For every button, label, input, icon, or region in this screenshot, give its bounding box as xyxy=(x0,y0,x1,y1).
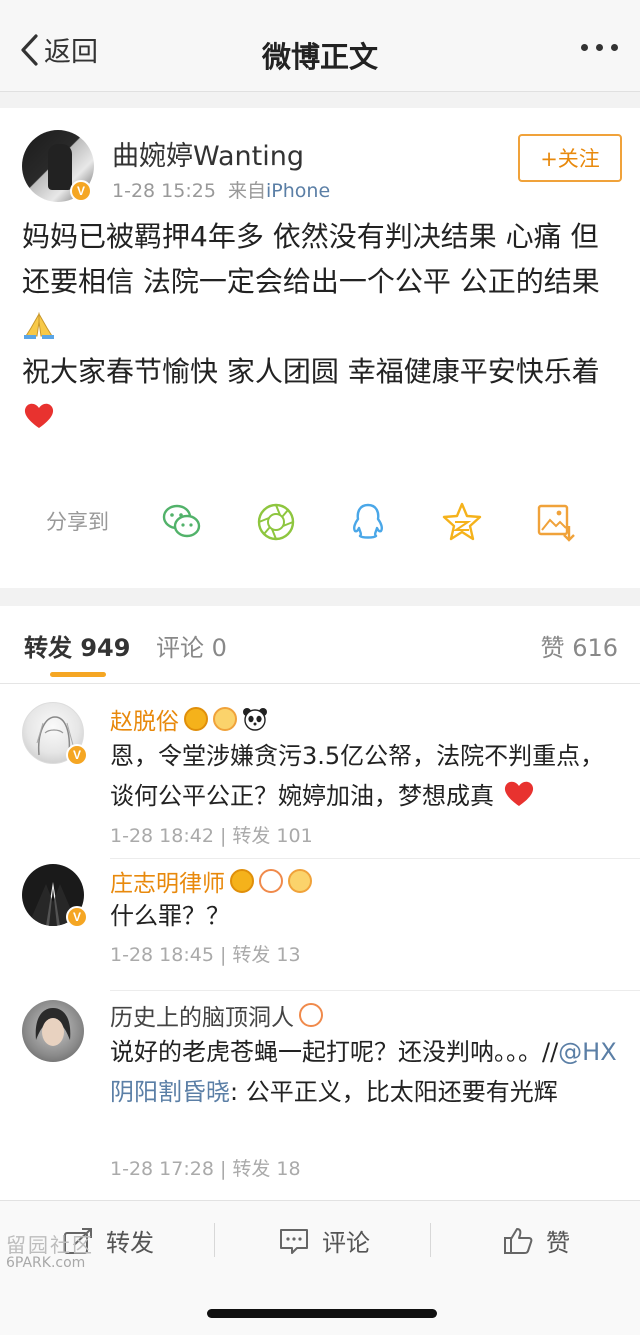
vip-medal-icon xyxy=(288,869,312,893)
post-body: 妈妈已被羁押4年多 依然没有判决结果 心痛 但还要相信 法院一定会给出一个公平 … xyxy=(22,214,622,439)
repost-text: 说好的老虎苍蝇一起打呢？还没判呐。。。//@HX阴阳割昏晓: 公平正义，比太阳还… xyxy=(110,1032,620,1112)
repost-text-part-b: : 公平正义，比太阳还要有光辉 xyxy=(230,1078,558,1106)
repost-user-name-text: 历史上的脑顶洞人 xyxy=(110,1005,294,1031)
heart-emoji-icon xyxy=(504,781,533,806)
repost-text: 什么罪？？ xyxy=(110,902,230,930)
repost-button-label: 转发 xyxy=(106,1229,154,1257)
comment-button[interactable]: 评论 xyxy=(278,1223,370,1258)
follow-button[interactable]: +关注 xyxy=(518,134,622,182)
repost-user-name-text: 赵脱俗 xyxy=(110,709,179,735)
tab-comment-count: 0 xyxy=(211,634,227,662)
share-row: 分享到 xyxy=(0,500,640,542)
list-item[interactable]: V 庄志明律师 什么罪？？ 1-28 18:45 | 转发 13 xyxy=(0,860,640,984)
verified-badge-icon: V xyxy=(70,180,92,202)
post-text-p1: 妈妈已被羁押4年多 依然没有判决结果 心痛 但还要相信 法院一定会给出一个公平 … xyxy=(22,220,600,298)
qq-icon[interactable] xyxy=(346,500,390,544)
repost-list: V 赵脱俗 恩，令堂涉嫌贪污3.5亿公帑，法院不判重点，谈何公平公正？婉婷加油，… xyxy=(0,684,640,1200)
repost-user-name[interactable]: 庄志明律师 xyxy=(110,864,312,898)
verified-badge-icon: V xyxy=(66,744,88,766)
nav-bar: 返回 微博正文 xyxy=(0,0,640,92)
post-text-p2: 祝大家春节愉快 家人团圆 幸福健康平安快乐着 xyxy=(22,355,600,388)
post-card: V 曲婉婷Wanting 1-28 15:25 来自iPhone +关注 妈妈已… xyxy=(0,108,640,588)
tab-like-count: 616 xyxy=(572,634,618,662)
author-name[interactable]: 曲婉婷Wanting xyxy=(112,134,304,173)
repost-text-part-a: 说好的老虎苍蝇一起打呢？还没判呐。。。// xyxy=(110,1038,559,1066)
avatar-illustration xyxy=(35,1008,71,1046)
tab-like-label: 赞 xyxy=(540,634,565,662)
tab-repost[interactable]: 转发 949 xyxy=(24,628,130,663)
page-title: 微博正文 xyxy=(261,40,378,74)
tab-like[interactable]: 赞 616 xyxy=(541,628,618,663)
divider xyxy=(110,858,640,859)
tab-comment-label: 评论 xyxy=(156,634,204,662)
repost-meta: 1-28 18:45 | 转发 13 xyxy=(110,944,301,966)
vip-medal-icon xyxy=(213,707,237,731)
tab-repost-count: 949 xyxy=(80,634,131,662)
thumbs-up-icon xyxy=(504,1227,533,1254)
list-item[interactable]: V 赵脱俗 恩，令堂涉嫌贪污3.5亿公帑，法院不判重点，谈何公平公正？婉婷加油，… xyxy=(0,684,640,854)
divider xyxy=(214,1223,215,1257)
home-indicator[interactable] xyxy=(207,1309,437,1318)
interaction-tabs: 转发 949 评论 0 赞 616 xyxy=(0,606,640,684)
avatar[interactable] xyxy=(22,1000,84,1062)
heart-emoji-icon xyxy=(24,403,54,428)
rooster-medal-icon xyxy=(259,869,283,893)
like-button[interactable]: 赞 xyxy=(502,1223,570,1258)
comment-button-label: 评论 xyxy=(322,1229,370,1257)
repost-meta: 1-28 17:28 | 转发 18 xyxy=(110,1158,301,1180)
repost-meta: 1-28 18:42 | 转发 101 xyxy=(110,825,313,847)
more-icon[interactable] xyxy=(581,44,618,51)
rooster-medal-icon xyxy=(299,1003,323,1027)
post-time: 1-28 15:25 xyxy=(112,180,216,202)
post-meta: 1-28 15:25 来自iPhone xyxy=(112,176,330,203)
save-image-icon[interactable] xyxy=(533,500,577,544)
moments-icon[interactable] xyxy=(254,500,298,544)
qzone-star-icon[interactable] xyxy=(440,500,484,544)
repost-user-name[interactable]: 赵脱俗 xyxy=(110,702,268,736)
verified-badge-icon: V xyxy=(66,906,88,928)
comment-icon xyxy=(280,1228,308,1254)
source-prefix: 来自 xyxy=(228,180,267,202)
watermark-line2: 6PARK.com xyxy=(6,1255,86,1271)
share-label: 分享到 xyxy=(46,510,109,534)
divider xyxy=(430,1223,431,1257)
active-tab-indicator xyxy=(50,672,106,677)
divider xyxy=(110,990,640,991)
tab-comment[interactable]: 评论 0 xyxy=(156,628,227,663)
watermark-line1: 留园社区 xyxy=(6,1233,94,1257)
like-button-label: 赞 xyxy=(546,1229,570,1257)
panda-icon xyxy=(243,708,267,731)
repost-text: 恩，令堂涉嫌贪污3.5亿公帑，法院不判重点，谈何公平公正？婉婷加油，梦想成真 xyxy=(110,736,620,816)
home-indicator-area xyxy=(0,1280,640,1335)
post-source: iPhone xyxy=(266,180,331,202)
watermark: 留园社区 6PARK.com xyxy=(6,1233,94,1272)
tab-repost-label: 转发 xyxy=(24,634,72,662)
bottom-toolbar: 转发 评论 赞 xyxy=(0,1200,640,1280)
pray-emoji-icon xyxy=(24,312,54,339)
crown-medal-icon xyxy=(230,869,254,893)
list-item[interactable]: 历史上的脑顶洞人 说好的老虎苍蝇一起打呢？还没判呐。。。//@HX阴阳割昏晓: … xyxy=(0,992,640,1200)
repost-user-name[interactable]: 历史上的脑顶洞人 xyxy=(110,998,323,1032)
wechat-icon[interactable] xyxy=(160,500,204,544)
crown-medal-icon xyxy=(184,707,208,731)
repost-user-name-text: 庄志明律师 xyxy=(110,871,225,897)
